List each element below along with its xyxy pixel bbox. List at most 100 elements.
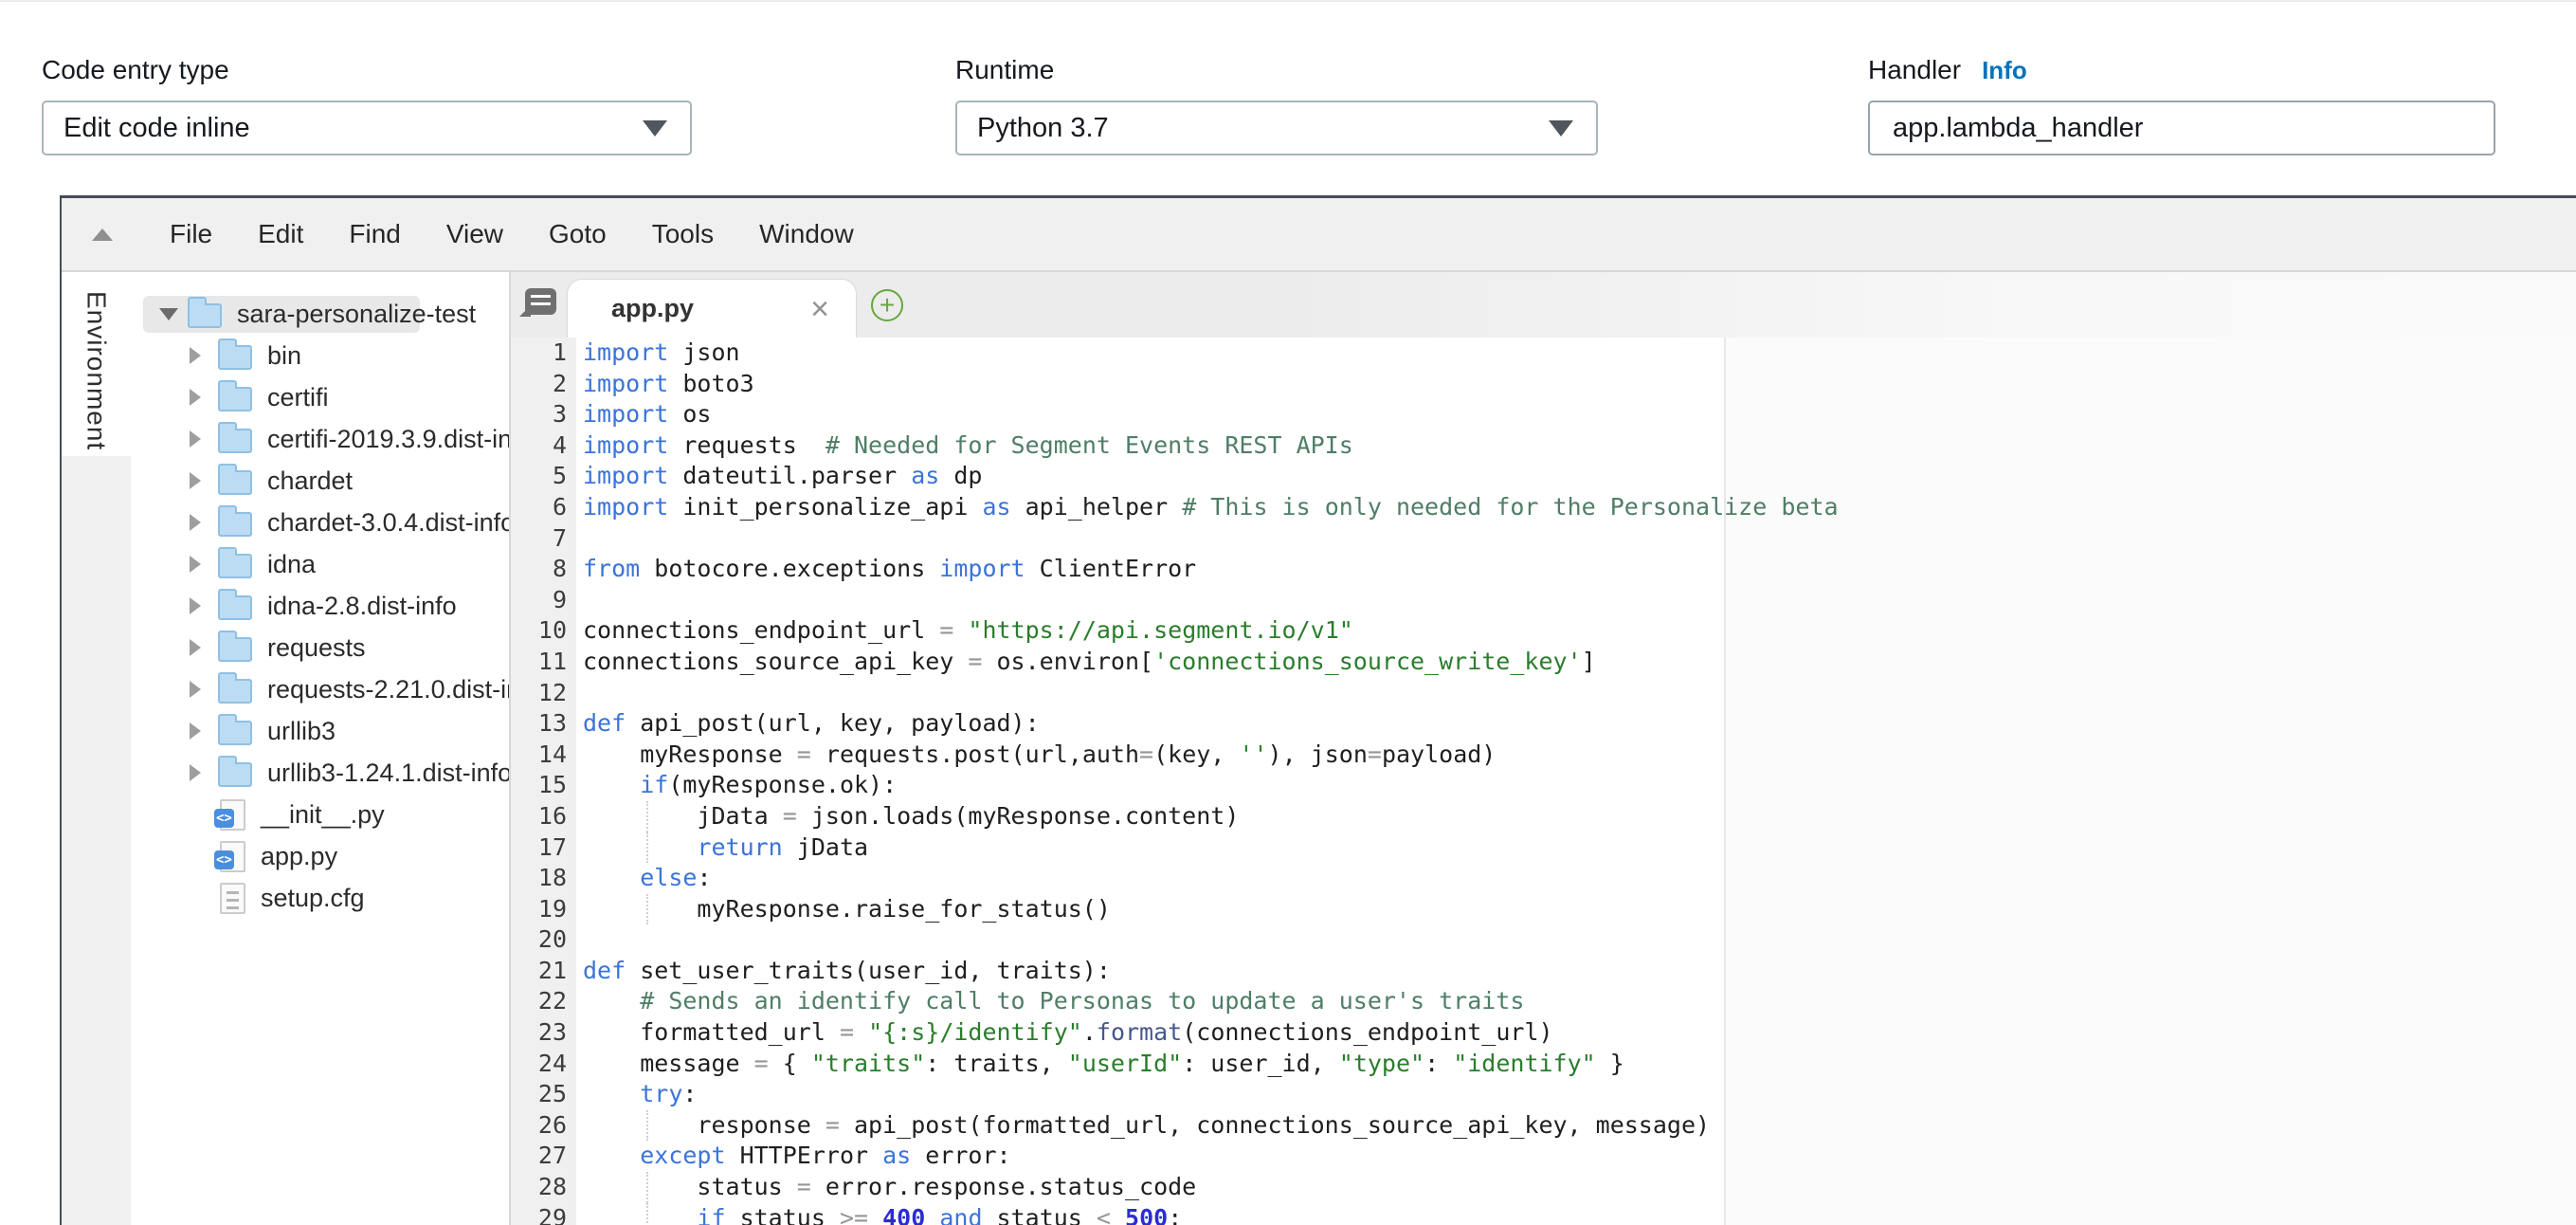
chevron-right-icon[interactable]	[190, 430, 218, 448]
tree-item[interactable]: __init__.py	[131, 794, 509, 835]
handler-input[interactable]: app.lambda_handler	[1868, 101, 2495, 155]
line-number[interactable]: 21	[511, 956, 567, 987]
tree-item[interactable]: bin	[131, 335, 509, 376]
chevron-right-icon[interactable]	[190, 347, 218, 364]
line-number[interactable]: 22	[511, 986, 567, 1017]
code-line[interactable]: connections_source_api_key = os.environ[…	[583, 647, 2576, 678]
menu-item-goto[interactable]: Goto	[526, 219, 629, 249]
menu-item-edit[interactable]: Edit	[235, 219, 326, 249]
line-number[interactable]: 29	[511, 1203, 567, 1225]
environment-tab[interactable]: Environment	[62, 272, 131, 456]
code-line[interactable]: try:	[583, 1079, 2576, 1110]
new-tab-button[interactable]: +	[871, 289, 903, 321]
tree-item[interactable]: requests	[131, 627, 509, 668]
editor-gutter[interactable]: 1234567891011121314151617181920212223242…	[511, 338, 576, 1225]
code-line[interactable]	[583, 523, 2576, 555]
code-line[interactable]: except HTTPError as error:	[583, 1141, 2576, 1172]
code-entry-type-select[interactable]: Edit code inline	[42, 101, 692, 155]
code-line[interactable]: status = error.response.status_code	[583, 1172, 2576, 1203]
line-number[interactable]: 19	[511, 894, 567, 925]
line-number[interactable]: 16	[511, 801, 567, 832]
code-line[interactable]: # Sends an identify call to Personas to …	[583, 986, 2576, 1017]
tree-item[interactable]: requests-2.21.0.dist-info	[131, 668, 509, 710]
tree-item[interactable]: sara-personalize-test	[131, 293, 509, 335]
line-number[interactable]: 24	[511, 1049, 567, 1080]
line-number[interactable]: 10	[511, 615, 567, 647]
code-line[interactable]: def set_user_traits(user_id, traits):	[583, 956, 2576, 987]
code-line[interactable]: myResponse = requests.post(url,auth=(key…	[583, 740, 2576, 771]
line-number[interactable]: 28	[511, 1172, 567, 1203]
code-line[interactable]: message = { "traits": traits, "userId": …	[583, 1049, 2576, 1080]
chevron-down-icon[interactable]	[159, 308, 188, 320]
tree-item[interactable]: urllib3-1.24.1.dist-info	[131, 752, 509, 794]
code-line[interactable]: myResponse.raise_for_status()	[583, 894, 2576, 925]
line-number[interactable]: 4	[511, 430, 567, 462]
tree-item[interactable]: setup.cfg	[131, 877, 509, 919]
chevron-right-icon[interactable]	[190, 514, 218, 531]
line-number[interactable]: 25	[511, 1079, 567, 1110]
tab-list-icon[interactable]	[525, 288, 556, 315]
menu-item-find[interactable]: Find	[326, 219, 423, 249]
tree-item[interactable]: idna	[131, 543, 509, 585]
line-number[interactable]: 5	[511, 461, 567, 492]
code-line[interactable]: from botocore.exceptions import ClientEr…	[583, 554, 2576, 585]
line-number[interactable]: 6	[511, 492, 567, 523]
line-number[interactable]: 7	[511, 523, 567, 555]
line-number[interactable]: 26	[511, 1110, 567, 1142]
line-number[interactable]: 17	[511, 832, 567, 864]
line-number[interactable]: 3	[511, 399, 567, 430]
line-number[interactable]: 15	[511, 770, 567, 801]
code-line[interactable]: import init_personalize_api as api_helpe…	[583, 492, 2576, 523]
code-line[interactable]: jData = json.loads(myResponse.content)	[583, 801, 2576, 832]
menu-item-view[interactable]: View	[424, 219, 526, 249]
line-number[interactable]: 8	[511, 554, 567, 585]
close-tab-icon[interactable]: ×	[810, 293, 829, 325]
handler-info-link[interactable]: Info	[1982, 56, 2027, 85]
chevron-right-icon[interactable]	[190, 389, 218, 406]
code-line[interactable]: return jData	[583, 832, 2576, 864]
code-line[interactable]: if status >= 400 and status < 500:	[583, 1203, 2576, 1225]
menu-item-tools[interactable]: Tools	[629, 219, 736, 249]
code-line[interactable]: import boto3	[583, 369, 2576, 400]
chevron-right-icon[interactable]	[190, 722, 218, 740]
line-number[interactable]: 11	[511, 647, 567, 678]
tree-item[interactable]: certifi-2019.3.9.dist-info	[131, 418, 509, 460]
line-number[interactable]: 12	[511, 678, 567, 709]
code-line[interactable]: formatted_url = "{:s}/identify".format(c…	[583, 1017, 2576, 1049]
line-number[interactable]: 27	[511, 1141, 567, 1172]
menu-item-file[interactable]: File	[147, 219, 235, 249]
chevron-right-icon[interactable]	[190, 472, 218, 489]
line-number[interactable]: 23	[511, 1017, 567, 1049]
code-line[interactable]: import dateutil.parser as dp	[583, 461, 2576, 492]
tree-item[interactable]: certifi	[131, 376, 509, 418]
line-number[interactable]: 18	[511, 863, 567, 894]
code-area[interactable]: import jsonimport boto3import osimport r…	[576, 338, 2576, 1225]
code-line[interactable]: import requests # Needed for Segment Eve…	[583, 430, 2576, 462]
code-line[interactable]: if(myResponse.ok):	[583, 770, 2576, 801]
chevron-right-icon[interactable]	[190, 639, 218, 656]
active-tab[interactable]: app.py ×	[567, 279, 857, 338]
code-line[interactable]	[583, 678, 2576, 709]
code-line[interactable]: def api_post(url, key, payload):	[583, 708, 2576, 740]
code-line[interactable]	[583, 924, 2576, 956]
chevron-right-icon[interactable]	[190, 764, 218, 781]
line-number[interactable]: 2	[511, 369, 567, 400]
chevron-right-icon[interactable]	[190, 556, 218, 573]
collapse-menubar-icon[interactable]	[92, 229, 113, 241]
line-number[interactable]: 1	[511, 338, 567, 369]
tree-item[interactable]: urllib3	[131, 710, 509, 752]
line-number[interactable]: 13	[511, 708, 567, 740]
tree-item[interactable]: chardet-3.0.4.dist-info	[131, 502, 509, 543]
code-line[interactable]	[583, 585, 2576, 616]
tree-item[interactable]: idna-2.8.dist-info	[131, 585, 509, 627]
tree-item[interactable]: chardet	[131, 460, 509, 502]
code-line[interactable]: import os	[583, 399, 2576, 430]
line-number[interactable]: 9	[511, 585, 567, 616]
tree-item[interactable]: app.py	[131, 835, 509, 877]
line-number[interactable]: 20	[511, 924, 567, 956]
code-line[interactable]: import json	[583, 338, 2576, 369]
code-line[interactable]: else:	[583, 863, 2576, 894]
chevron-right-icon[interactable]	[190, 681, 218, 698]
menu-item-window[interactable]: Window	[736, 219, 877, 249]
runtime-select[interactable]: Python 3.7	[955, 101, 1598, 155]
